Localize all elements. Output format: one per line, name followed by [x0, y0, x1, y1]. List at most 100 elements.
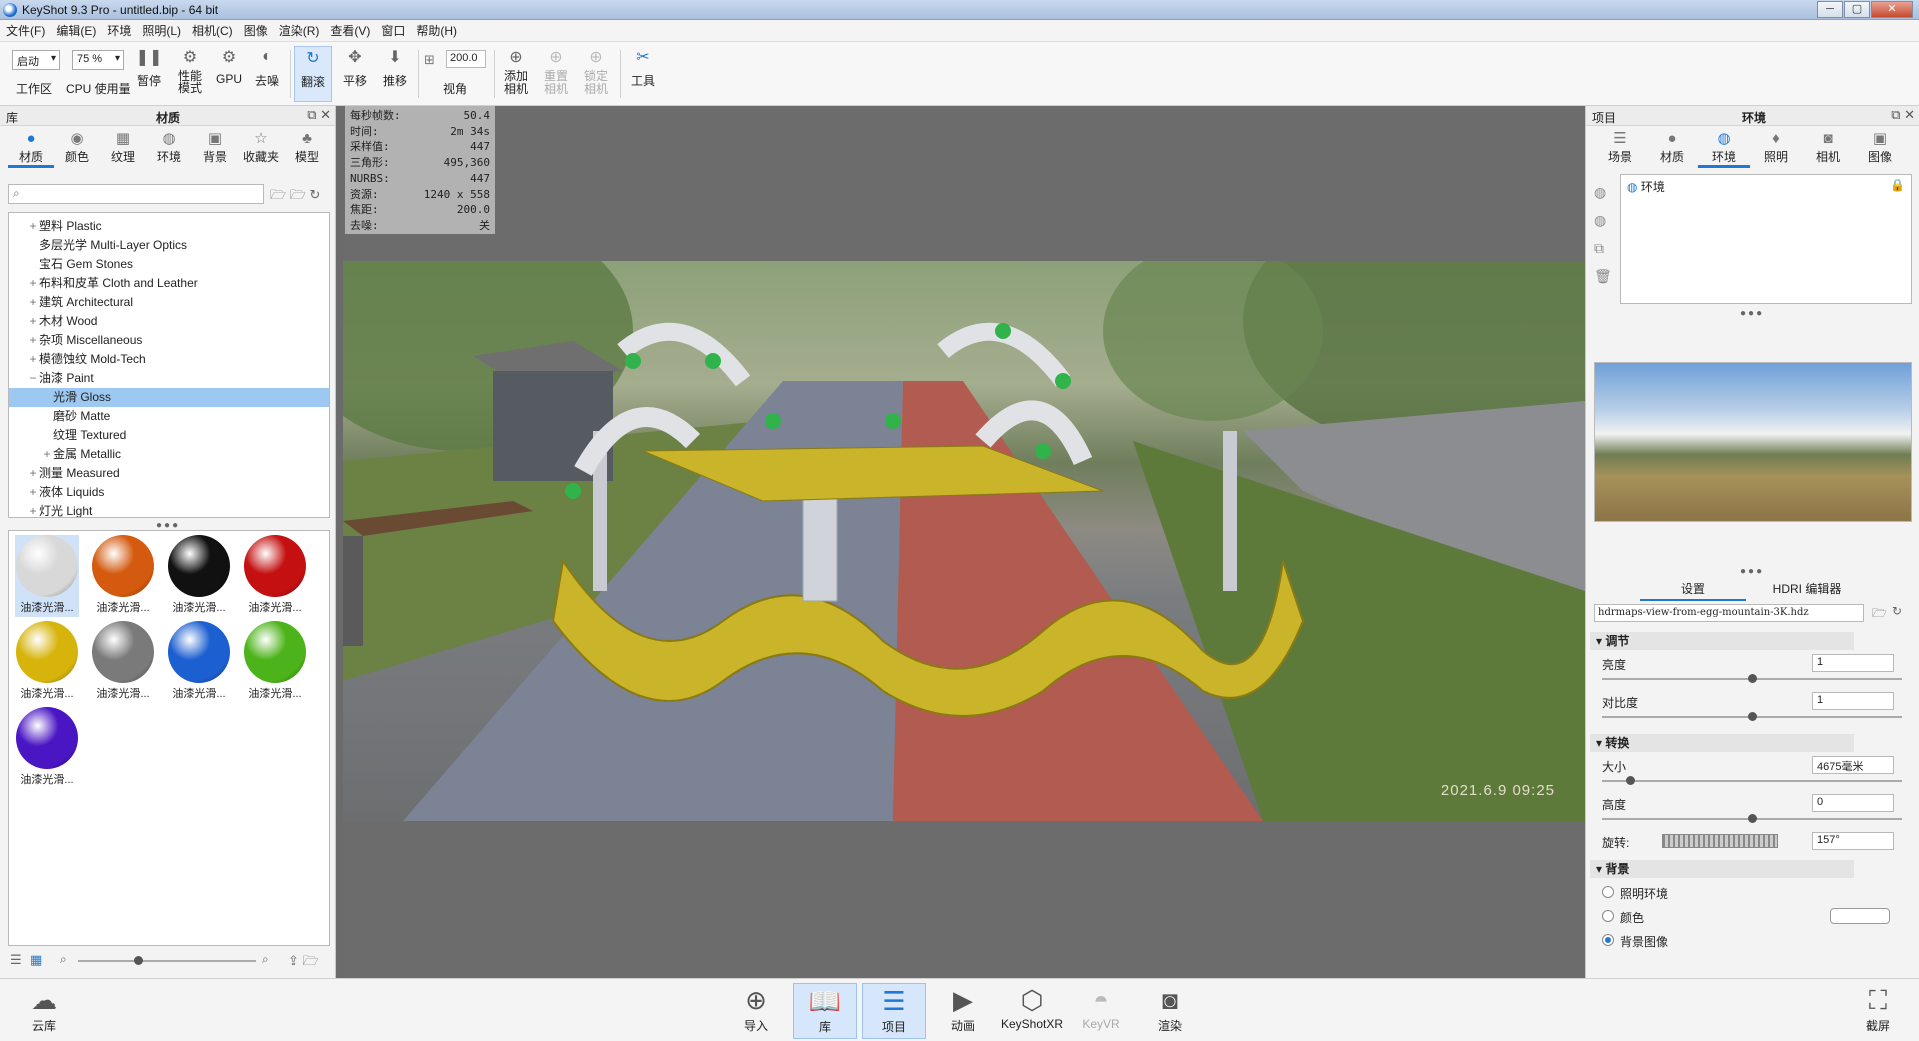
tree-item[interactable]: 光滑 Gloss [9, 388, 329, 407]
expand-toggle-icon[interactable]: + [27, 464, 39, 483]
cloud-library-button[interactable]: ☁ 云库 [12, 983, 76, 1034]
brightness-input[interactable]: 1 [1812, 654, 1894, 672]
project-button[interactable]: ☰ 项目 [862, 983, 926, 1039]
tab-material[interactable]: ● 材质 [1646, 130, 1698, 168]
tree-item[interactable]: 纹理 Textured [9, 426, 329, 445]
size-slider[interactable] [1602, 776, 1902, 785]
pan-button[interactable]: ✥ 平移 [338, 46, 372, 89]
section-adjust[interactable]: ▾ 调节 [1590, 632, 1854, 650]
keyvr-button[interactable]: ◓ KeyVR [1069, 983, 1133, 1031]
dolly-button[interactable]: ⬇ 推移 [378, 46, 412, 89]
list-view-icon[interactable]: ☰ [10, 952, 22, 968]
list-item[interactable]: ◍ 环境 🔒 [1621, 175, 1911, 198]
expand-toggle-icon[interactable]: + [27, 483, 39, 502]
expand-toggle-icon[interactable]: + [27, 331, 39, 350]
splitter-handle[interactable]: ●●● [1740, 566, 1764, 577]
height-input[interactable]: 0 [1812, 794, 1894, 812]
close-button[interactable]: ✕ [1871, 1, 1913, 18]
expand-toggle-icon[interactable]: + [27, 274, 39, 293]
expand-toggle-icon[interactable]: − [27, 369, 39, 388]
expand-toggle-icon[interactable]: + [27, 502, 39, 517]
hdri-file-input[interactable]: hdrmaps-view-from-egg-mountain-3K.hdz [1594, 604, 1864, 622]
contrast-input[interactable]: 1 [1812, 692, 1894, 710]
tree-item[interactable]: + 塑料 Plastic [9, 217, 329, 236]
menu-lighting[interactable]: 照明(L) [142, 22, 181, 39]
folder-icons[interactable]: 🗁 🗁 ↻ [270, 186, 320, 208]
material-swatch[interactable]: 油漆光滑... [91, 535, 155, 617]
library-button[interactable]: 📖 库 [793, 983, 857, 1039]
material-swatch[interactable]: 油漆光滑... [243, 621, 307, 703]
subtab-hdri-editor[interactable]: HDRI 编辑器 [1754, 580, 1860, 599]
height-slider[interactable] [1602, 814, 1902, 823]
tab-backplates[interactable]: ▣ 背景 [192, 130, 238, 168]
section-background[interactable]: ▾ 背景 [1590, 860, 1854, 878]
tab-image[interactable]: ▣ 图像 [1854, 130, 1906, 168]
environment-action-icons[interactable]: ◍ ◍ ⧉ 🗑 [1594, 178, 1612, 290]
menu-image[interactable]: 图像 [244, 22, 268, 39]
animation-button[interactable]: ▶ 动画 [931, 983, 995, 1034]
splitter-handle[interactable]: ●●● [1740, 308, 1764, 319]
contrast-slider[interactable] [1602, 712, 1902, 721]
denoise-button[interactable]: ◐ 去噪 [250, 46, 284, 89]
tumble-button[interactable]: ↻ 翻滚 [294, 46, 332, 102]
rotation-input[interactable]: 157° [1812, 832, 1894, 850]
tab-colors[interactable]: ◉ 颜色 [54, 130, 100, 168]
tree-item[interactable]: − 油漆 Paint [9, 369, 329, 388]
lock-camera-button[interactable]: ⊕ 锁定 相机 [578, 46, 614, 96]
tree-item[interactable]: + 模德蚀纹 Mold-Tech [9, 350, 329, 369]
render-button[interactable]: ◙ 渲染 [1138, 983, 1202, 1034]
brightness-slider[interactable] [1602, 674, 1902, 683]
minimize-button[interactable]: ─ [1817, 1, 1843, 18]
refresh-icon[interactable]: ↻ [1892, 604, 1902, 618]
bg-color-swatch[interactable] [1830, 908, 1890, 924]
bg-color-radio[interactable] [1602, 910, 1614, 922]
maximize-button[interactable]: ▢ [1844, 1, 1870, 18]
menu-window[interactable]: 窗口 [381, 22, 405, 39]
panel-close-icon[interactable]: ⧉ ✕ [307, 107, 331, 123]
tools-button[interactable]: ✂ 工具 [626, 46, 660, 89]
tree-item[interactable]: 宝石 Gem Stones [9, 255, 329, 274]
tree-item[interactable]: + 金属 Metallic [9, 445, 329, 464]
menu-edit[interactable]: 编辑(E) [56, 22, 96, 39]
material-swatch[interactable]: 油漆光滑... [167, 621, 231, 703]
expand-toggle-icon[interactable]: + [41, 445, 53, 464]
rotation-dial[interactable] [1662, 834, 1778, 848]
expand-toggle-icon[interactable]: + [27, 217, 39, 236]
library-search-input[interactable]: ⌕ [8, 184, 264, 204]
material-swatch[interactable]: 油漆光滑... [167, 535, 231, 617]
folder-icon[interactable]: 🗁 [1872, 604, 1887, 625]
tree-item[interactable]: + 液体 Liquids [9, 483, 329, 502]
cpu-usage-select[interactable]: 75 % [72, 50, 124, 70]
expand-toggle-icon[interactable]: + [27, 312, 39, 331]
keyshotxr-button[interactable]: ⬡ KeyShotXR [1000, 983, 1064, 1031]
section-transform[interactable]: ▾ 转换 [1590, 734, 1854, 752]
tree-item[interactable]: + 测量 Measured [9, 464, 329, 483]
material-swatch[interactable]: 油漆光滑... [15, 535, 79, 617]
menu-file[interactable]: 文件(F) [6, 22, 45, 39]
expand-toggle-icon[interactable]: + [27, 350, 39, 369]
tab-scene[interactable]: ☰ 场景 [1594, 130, 1646, 168]
performance-mode-button[interactable]: ⚙ 性能 模式 [172, 46, 208, 94]
tree-item[interactable]: + 建筑 Architectural [9, 293, 329, 312]
menu-help[interactable]: 帮助(H) [416, 22, 457, 39]
tab-favorites[interactable]: ☆ 收藏夹 [238, 130, 284, 168]
grid-view-icon[interactable]: ▦ [30, 952, 42, 968]
menu-environment[interactable]: 环境 [107, 22, 131, 39]
tab-materials[interactable]: ● 材质 [8, 130, 54, 168]
pause-button[interactable]: ❚❚ 暂停 [134, 46, 164, 89]
import-button[interactable]: ⊕ 导入 [724, 983, 788, 1034]
screenshot-button[interactable]: ⛶ 截屏 [1846, 983, 1910, 1034]
panel-close-icon[interactable]: ⧉ ✕ [1891, 107, 1915, 123]
material-swatch[interactable]: 油漆光滑... [91, 621, 155, 703]
add-camera-button[interactable]: ⊕ 添加 相机 [498, 46, 534, 96]
tab-camera[interactable]: ◙ 相机 [1802, 130, 1854, 168]
bg-lighting-radio[interactable] [1602, 886, 1614, 898]
material-swatch[interactable]: 油漆光滑... [15, 707, 79, 789]
expand-toggle-icon[interactable]: + [27, 293, 39, 312]
tab-environments[interactable]: ◍ 环境 [146, 130, 192, 168]
tree-item[interactable]: + 木材 Wood [9, 312, 329, 331]
gpu-button[interactable]: ⚙ GPU [214, 46, 244, 86]
tree-item[interactable]: + 杂项 Miscellaneous [9, 331, 329, 350]
tree-item[interactable]: + 灯光 Light [9, 502, 329, 517]
subtab-settings[interactable]: 设置 [1640, 580, 1746, 601]
